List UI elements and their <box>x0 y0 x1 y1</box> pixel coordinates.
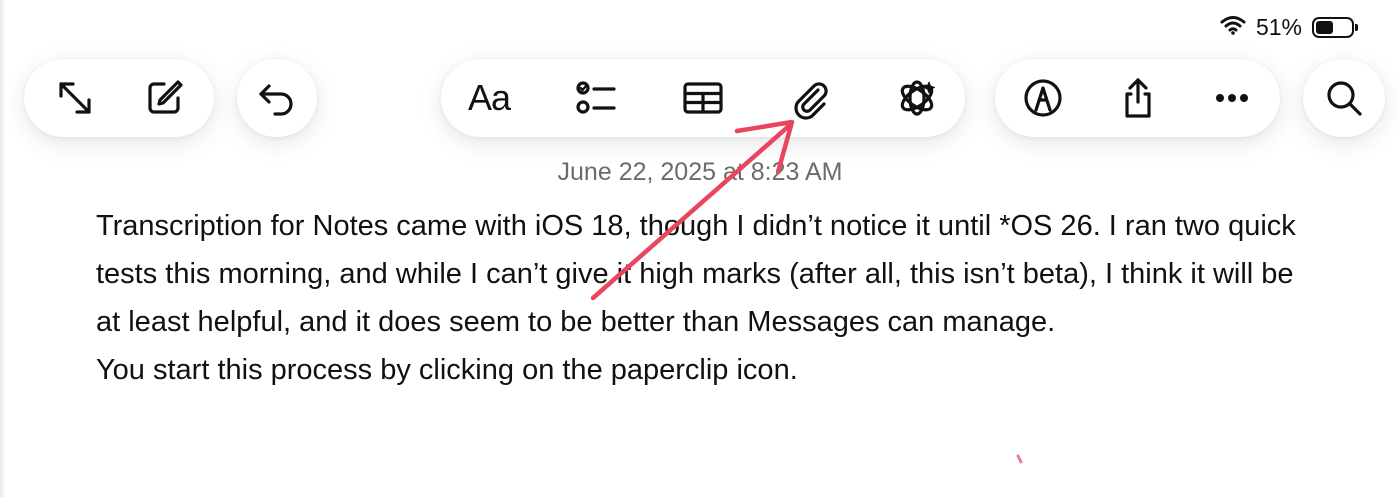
expand-arrows-icon <box>58 82 91 114</box>
battery-icon <box>1312 17 1358 38</box>
checklist-button[interactable] <box>562 64 630 132</box>
text-format-button[interactable]: Aa <box>455 64 523 132</box>
share-button[interactable] <box>1104 64 1172 132</box>
table-icon <box>683 82 723 114</box>
note-timestamp: June 22, 2025 at 8:23 AM <box>557 158 843 186</box>
more-icon <box>1215 94 1249 103</box>
toolbar-undo-group <box>237 59 317 137</box>
markup-button[interactable] <box>1009 64 1077 132</box>
note-paragraph: You start this process by clicking on th… <box>96 354 798 386</box>
undo-icon <box>259 84 293 116</box>
compose-button[interactable] <box>130 64 198 132</box>
note-body[interactable]: Transcription for Notes came with iOS 18… <box>96 202 1296 394</box>
apple-intelligence-icon <box>900 80 935 116</box>
battery-level <box>1316 21 1334 34</box>
annotation-stray-mark <box>1016 454 1023 464</box>
status-bar: 51% <box>1220 14 1358 41</box>
more-button[interactable] <box>1198 64 1266 132</box>
compose-icon <box>147 80 183 114</box>
search-button[interactable] <box>1310 64 1378 132</box>
undo-button[interactable] <box>243 64 311 132</box>
battery-percent: 51% <box>1255 14 1302 40</box>
toolbar-center-group: Aa <box>441 59 965 137</box>
markup-pen-icon <box>1024 79 1062 117</box>
note-paragraph: Transcription for Notes came with iOS 18… <box>96 210 1296 338</box>
share-icon <box>1124 78 1151 118</box>
expand-button[interactable] <box>41 64 109 132</box>
apple-intelligence-button[interactable] <box>883 64 951 132</box>
toolbar-left-group <box>24 59 214 137</box>
paperclip-icon <box>794 82 828 120</box>
attachment-button[interactable] <box>776 64 844 132</box>
wifi-icon <box>1220 14 1246 41</box>
text-format-icon: Aa <box>467 77 511 118</box>
toolbar-right-group <box>995 59 1280 137</box>
window-edge <box>0 0 6 497</box>
checklist-icon <box>576 81 616 114</box>
toolbar-search-group <box>1303 59 1385 137</box>
search-icon <box>1327 81 1362 116</box>
table-button[interactable] <box>669 64 737 132</box>
